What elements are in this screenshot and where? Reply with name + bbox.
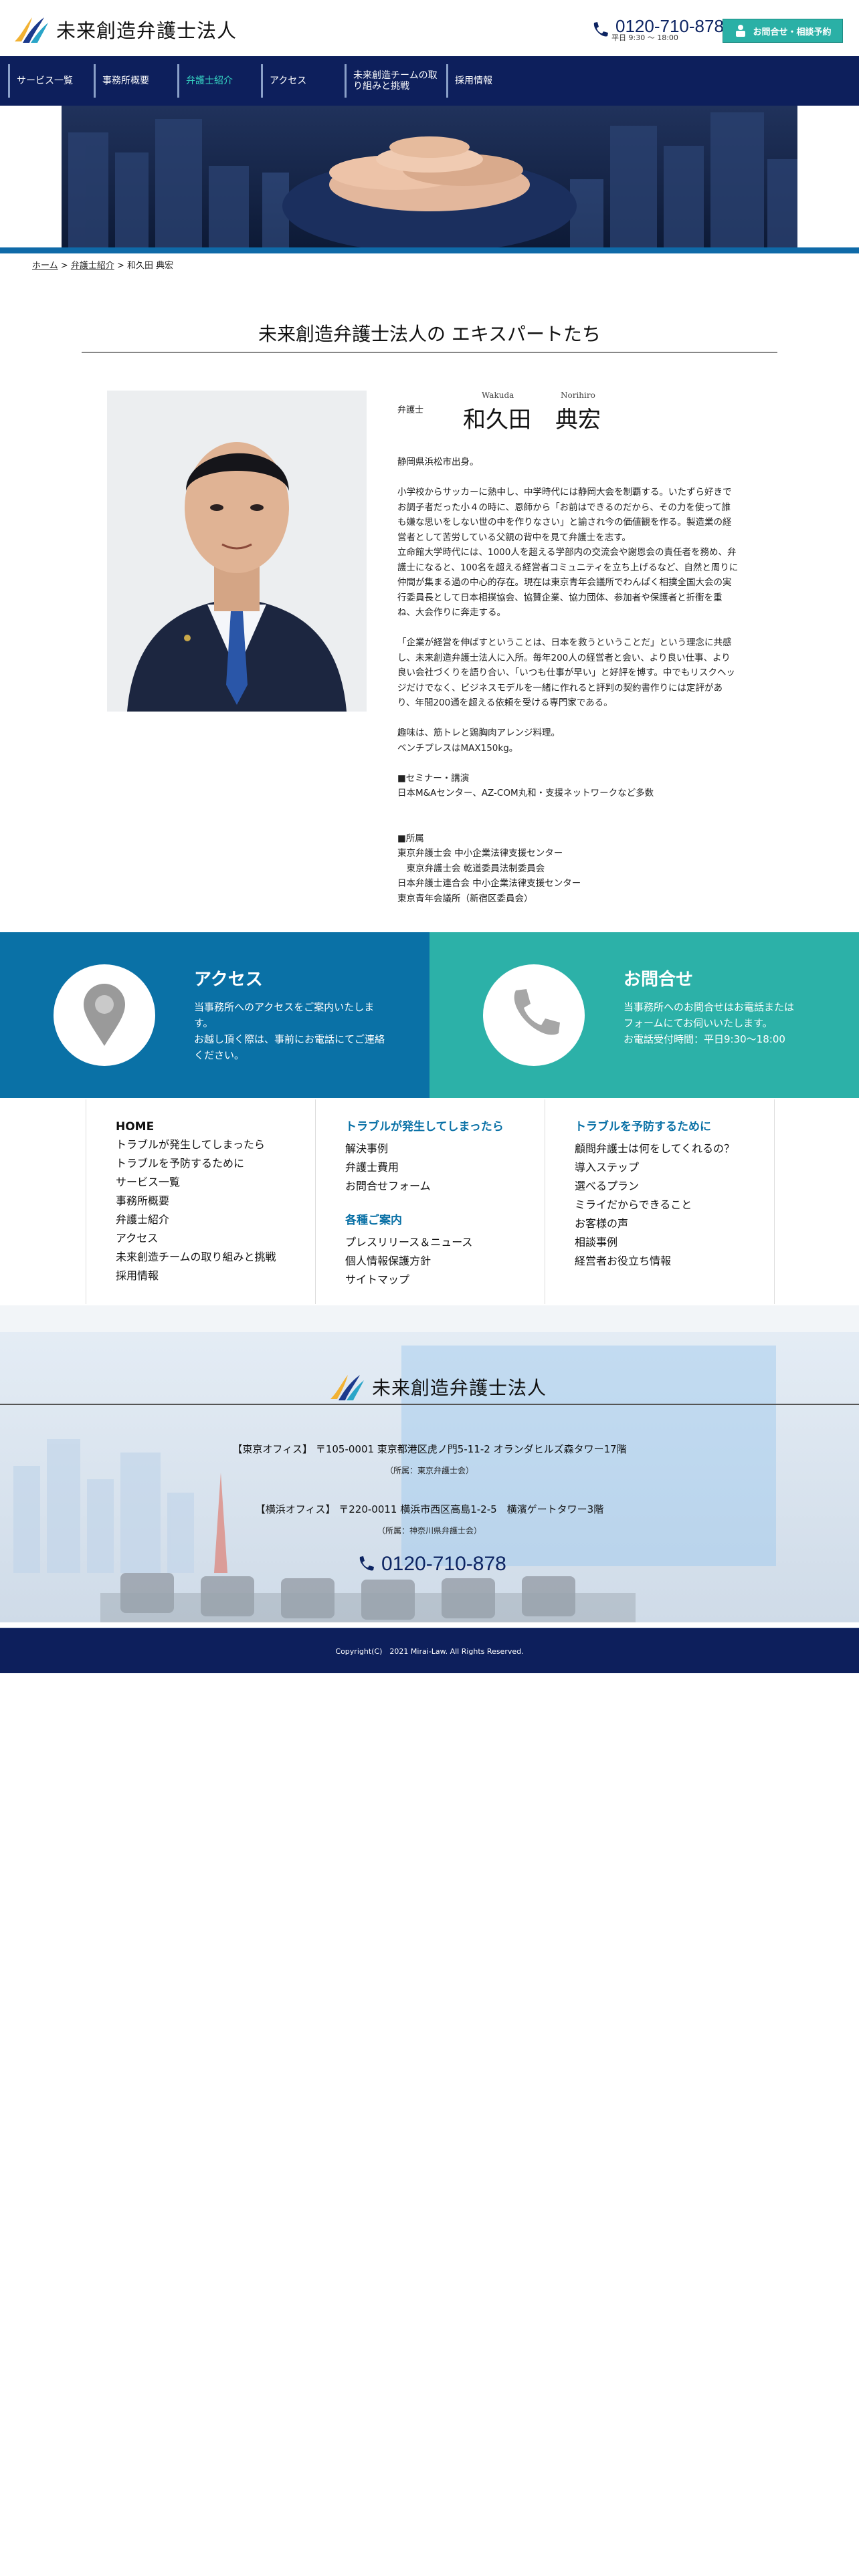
- contact-title: お問合せ: [624, 970, 694, 990]
- nav-item-recruit[interactable]: 採用情報: [446, 64, 527, 98]
- contact-button[interactable]: お問合せ・相談予約: [723, 19, 843, 43]
- breadcrumb-home[interactable]: ホーム: [32, 261, 58, 271]
- copyright-text: Copyright(C) 2021 Mirai-Law. All Rights …: [335, 1646, 524, 1656]
- map-pin-icon: [84, 984, 125, 1046]
- sitemap-heading[interactable]: トラブルを予防するために: [575, 1118, 774, 1136]
- nav-item-access[interactable]: アクセス: [261, 64, 341, 98]
- section-title: 未来創造弁護士法人の エキスパートたち: [82, 320, 777, 353]
- logo-mark-icon: [330, 1375, 364, 1400]
- hero-divider-line: [0, 251, 859, 253]
- sitemap-heading: 各種ご案内: [345, 1214, 402, 1227]
- sitemap-link[interactable]: 顧問弁護士は何をしてくれるの？: [575, 1140, 774, 1158]
- main-nav: サービス一覧 事務所概要 弁護士紹介 アクセス 未来創造チームの取り組みと挑戦 …: [0, 56, 859, 106]
- tokyo-office-address: 【東京オフィス】 〒105-0001 東京都港区虎ノ門5-11-2 オランダヒル…: [232, 1443, 627, 1455]
- nav-item-lawyers[interactable]: 弁護士紹介: [177, 64, 258, 98]
- footer-brand-name: 未来創造弁護士法人: [372, 1377, 547, 1399]
- footer-sitemap: HOME トラブルが発生してしまったら トラブルを予防するために サービス一覧 …: [86, 1099, 775, 1304]
- access-text: 当事務所へのアクセスをご案内いたします。 お越し頂く際は、事前にお電話にてご連絡…: [194, 1001, 385, 1061]
- sitemap-heading[interactable]: トラブルが発生してしまったら: [345, 1118, 545, 1136]
- sitemap-link[interactable]: トラブルを予防するために: [116, 1154, 315, 1173]
- given-name-reading: Norihiro: [561, 391, 595, 400]
- lawyer-portrait: [107, 391, 367, 712]
- tokyo-office-affiliation: （所属：東京弁護士会）: [385, 1466, 474, 1475]
- sitemap-link[interactable]: 個人情報保護方針: [345, 1252, 545, 1271]
- brand-name: 未来創造弁護士法人: [56, 19, 237, 42]
- phone-icon: [359, 1556, 374, 1571]
- logo-mark-icon: [15, 17, 48, 43]
- lawyer-role: 弁護士: [397, 405, 424, 415]
- sitemap-link[interactable]: 弁護士紹介: [116, 1210, 315, 1229]
- sitemap-link[interactable]: 解決事例: [345, 1140, 545, 1158]
- breadcrumb-separator: >: [60, 261, 68, 271]
- nav-item-team[interactable]: 未来創造チームの取り組みと挑戦: [345, 64, 445, 98]
- family-name: 和久田: [463, 407, 531, 433]
- contact-icon-circle: [483, 964, 585, 1066]
- sitemap-column-trouble: トラブルが発生してしまったら 解決事例 弁護士費用 お問合せフォーム 各種ご案内…: [315, 1099, 545, 1304]
- access-panel[interactable]: アクセス 当事務所へのアクセスをご案内いたします。 お越し頂く際は、事前にお電話…: [0, 932, 430, 1098]
- footer-phone-number[interactable]: 0120-710-878: [381, 1554, 506, 1574]
- sitemap-link[interactable]: 相談事例: [575, 1233, 774, 1252]
- nav-item-services[interactable]: サービス一覧: [8, 64, 88, 98]
- breadcrumb: ホーム > 弁護士紹介 > 和久田 典宏: [32, 258, 173, 271]
- contact-text: 当事務所へのお問合せはお電話または フォームにてお伺いいたします。 お電話受付時…: [624, 1001, 795, 1045]
- footer-divider: [0, 1404, 859, 1405]
- sitemap-link[interactable]: サイトマップ: [345, 1271, 545, 1289]
- sitemap-link[interactable]: 導入ステップ: [575, 1158, 774, 1177]
- yokohama-office-affiliation: （所属：神奈川県弁護士会）: [377, 1526, 482, 1535]
- hero-image: [62, 106, 797, 247]
- lawyer-biography: 静岡県浜松市出身。 小学校からサッカーに熱中し、中学時代には静岡大会を制覇する。…: [397, 457, 739, 904]
- sitemap-link[interactable]: プレスリリース＆ニュース: [345, 1233, 545, 1252]
- sitemap-link[interactable]: お問合せフォーム: [345, 1177, 545, 1196]
- header-phone[interactable]: 0120-710-878 平日 9:30 ～ 18:00: [589, 17, 724, 43]
- family-name-reading: Wakuda: [482, 391, 514, 400]
- sitemap-link[interactable]: サービス一覧: [116, 1173, 315, 1192]
- sitemap-link[interactable]: お客様の声: [575, 1214, 774, 1233]
- sitemap-home-link[interactable]: HOME: [116, 1118, 315, 1136]
- footer-logo[interactable]: 未来創造弁護士法人: [328, 1372, 547, 1402]
- sitemap-link[interactable]: トラブルが発生してしまったら: [116, 1136, 315, 1154]
- sitemap-link[interactable]: 未来創造チームの取り組みと挑戦: [116, 1248, 315, 1267]
- sitemap-column-prevention: トラブルを予防するために 顧問弁護士は何をしてくれるの？ 導入ステップ 選べるプ…: [545, 1099, 775, 1304]
- person-icon: [736, 25, 746, 37]
- sitemap-link[interactable]: 選べるプラン: [575, 1177, 774, 1196]
- sitemap-link[interactable]: 採用情報: [116, 1267, 315, 1285]
- copyright-bar: Copyright(C) 2021 Mirai-Law. All Rights …: [0, 1628, 859, 1673]
- sitemap-link[interactable]: 経営者お役立ち情報: [575, 1252, 774, 1271]
- phone-icon: [593, 22, 608, 37]
- phone-handset-icon: [514, 989, 560, 1035]
- site-logo[interactable]: 未来創造弁護士法人: [12, 15, 237, 44]
- sitemap-link[interactable]: ミライだからできること: [575, 1196, 774, 1214]
- nav-item-office[interactable]: 事務所概要: [94, 64, 174, 98]
- sitemap-link[interactable]: アクセス: [116, 1229, 315, 1248]
- site-header: 未来創造弁護士法人 0120-710-878 平日 9:30 ～ 18:00 お…: [0, 0, 859, 56]
- breadcrumb-section[interactable]: 弁護士紹介: [71, 261, 114, 271]
- contact-panel[interactable]: お問合せ 当事務所へのお問合せはお電話または フォームにてお伺いいたします。 お…: [430, 932, 859, 1098]
- sitemap-link[interactable]: 事務所概要: [116, 1192, 315, 1210]
- yokohama-office-address: 【横浜オフィス】 〒220-0011 横浜市西区高島1-2-5 横濱ゲートタワー…: [255, 1503, 604, 1515]
- breadcrumb-separator: >: [116, 261, 124, 271]
- footer-phone[interactable]: 0120-710-878: [355, 1553, 506, 1576]
- access-icon-circle: [54, 964, 155, 1066]
- given-name: 典宏: [555, 407, 601, 433]
- contact-button-label: お問合せ・相談予約: [753, 27, 832, 37]
- breadcrumb-current: 和久田 典宏: [127, 261, 174, 271]
- access-title: アクセス: [194, 970, 263, 990]
- sitemap-link[interactable]: 弁護士費用: [345, 1158, 545, 1177]
- site-footer: 未来創造弁護士法人 【東京オフィス】 〒105-0001 東京都港区虎ノ門5-1…: [0, 1305, 859, 1622]
- sitemap-column-main: HOME トラブルが発生してしまったら トラブルを予防するために サービス一覧 …: [86, 1099, 315, 1304]
